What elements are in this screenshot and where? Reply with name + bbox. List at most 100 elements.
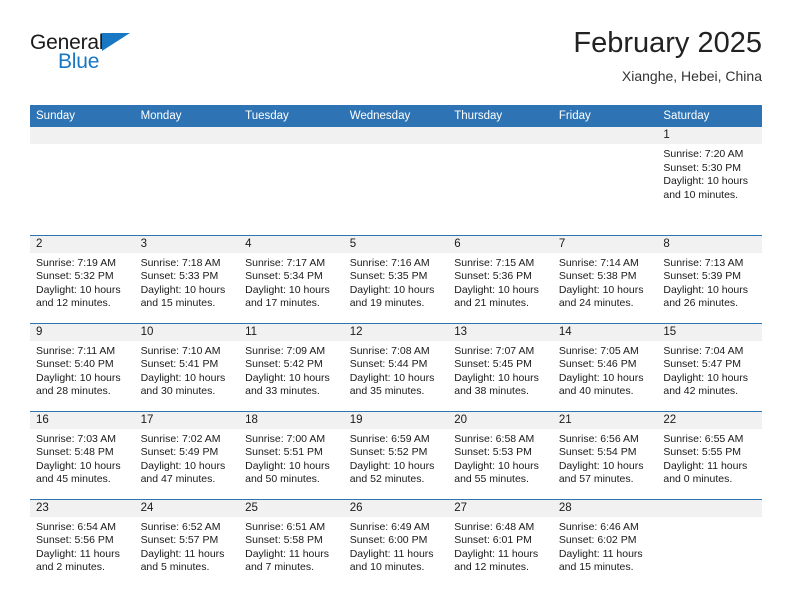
sunrise-text: Sunrise: 7:09 AM (245, 344, 326, 357)
sunrise-text: Sunrise: 6:46 AM (558, 520, 639, 533)
calendar-day-cell[interactable]: 16 Sunrise: 7:03 AM Sunset: 5:48 PM Dayligh… (30, 410, 135, 499)
calendar-day-cell[interactable]: 19 Sunrise: 6:59 AM Sunset: 5:52 PM Dayligh… (343, 410, 449, 499)
day-number: 19 (343, 411, 449, 429)
calendar-day-cell[interactable]: 13 Sunrise: 7:07 AM Sunset: 5:45 PM Dayligh… (448, 322, 553, 411)
sunrise-text: Sunrise: 7:04 AM (663, 344, 744, 357)
sunset-text: Sunset: 5:48 PM (36, 446, 114, 459)
calendar-day-cell[interactable]: 2 Sunrise: 7:19 AM Sunset: 5:32 PM Daylight… (30, 234, 135, 323)
daylight-text: Daylight: 11 hours and 12 minutes. (454, 547, 539, 574)
location-subtitle: Xianghe, Hebei, China (621, 68, 762, 84)
day-number (552, 127, 658, 144)
calendar-day-cell[interactable]: 25 Sunrise: 6:51 AM Sunset: 5:58 PM Dayligh… (239, 498, 344, 589)
sunset-text: Sunset: 5:30 PM (663, 161, 742, 174)
daylight-text: Daylight: 10 hours and 35 minutes. (349, 371, 435, 398)
page-header: General Blue February 2025 Xianghe, Hebe… (30, 26, 762, 100)
daylight-text: Daylight: 11 hours and 0 minutes. (663, 459, 748, 486)
sunrise-text: Sunrise: 6:54 AM (36, 520, 116, 533)
sunrise-text: Sunrise: 6:48 AM (454, 520, 535, 533)
day-details: Sunrise: 7:08 AM Sunset: 5:44 PM Daylight:… (344, 341, 449, 399)
calendar-day-cell[interactable]: 5 Sunrise: 7:16 AM Sunset: 5:35 PM Daylight… (343, 234, 449, 323)
day-number: 25 (239, 499, 344, 517)
calendar-day-cell[interactable]: 8 Sunrise: 7:13 AM Sunset: 5:39 PM Daylight… (657, 234, 762, 323)
day-number: 21 (552, 411, 658, 429)
sunset-text: Sunset: 5:35 PM (349, 270, 428, 283)
sunrise-text: Sunrise: 7:00 AM (245, 432, 326, 445)
day-number: 26 (343, 499, 449, 517)
day-number: 3 (134, 235, 240, 253)
sunset-text: Sunset: 5:46 PM (558, 358, 637, 371)
daylight-text: Daylight: 10 hours and 12 minutes. (36, 283, 121, 310)
calendar-day-cell[interactable]: 11 Sunrise: 7:09 AM Sunset: 5:42 PM Dayligh… (239, 322, 344, 411)
day-number: 2 (30, 235, 135, 253)
sunset-text: Sunset: 5:47 PM (663, 358, 742, 371)
day-details: Sunrise: 7:07 AM Sunset: 5:45 PM Daylight:… (448, 341, 553, 399)
page-title: February 2025 (573, 27, 762, 59)
calendar-empty-cell (552, 127, 658, 235)
sunrise-text: Sunrise: 7:02 AM (140, 432, 221, 445)
day-details: Sunrise: 7:09 AM Sunset: 5:42 PM Daylight:… (239, 341, 344, 399)
calendar-day-cell[interactable]: 10 Sunrise: 7:10 AM Sunset: 5:41 PM Dayligh… (134, 322, 240, 411)
calendar-day-cell[interactable]: 15 Sunrise: 7:04 AM Sunset: 5:47 PM Dayligh… (657, 322, 762, 411)
day-number: 15 (657, 323, 762, 341)
calendar-day-cell[interactable]: 6 Sunrise: 7:15 AM Sunset: 5:36 PM Daylight… (448, 234, 553, 323)
daylight-text: Daylight: 10 hours and 45 minutes. (36, 459, 121, 486)
daylight-text: Daylight: 10 hours and 28 minutes. (36, 371, 121, 398)
day-number: 17 (134, 411, 240, 429)
sunrise-text: Sunrise: 7:19 AM (36, 256, 116, 269)
title-block: February 2025 Xianghe, Hebei, China (573, 26, 762, 86)
daylight-text: Daylight: 10 hours and 33 minutes. (245, 371, 330, 398)
sunset-text: Sunset: 5:42 PM (245, 358, 323, 371)
calendar-empty-cell (239, 127, 344, 235)
sunset-text: Sunset: 5:41 PM (140, 358, 219, 371)
sunset-text: Sunset: 5:52 PM (349, 446, 428, 459)
day-details: Sunrise: 7:15 AM Sunset: 5:36 PM Daylight:… (448, 253, 553, 311)
day-details: Sunrise: 7:00 AM Sunset: 5:51 PM Daylight:… (239, 429, 344, 487)
calendar-day-cell[interactable]: 22 Sunrise: 6:55 AM Sunset: 5:55 PM Dayligh… (657, 410, 762, 499)
calendar-day-cell[interactable]: 3 Sunrise: 7:18 AM Sunset: 5:33 PM Daylight… (134, 234, 240, 323)
sunrise-text: Sunrise: 7:11 AM (36, 344, 116, 357)
weekday-header-wednesday: Wednesday (343, 105, 449, 127)
calendar-day-cell[interactable]: 9 Sunrise: 7:11 AM Sunset: 5:40 PM Daylight… (30, 322, 135, 411)
day-number: 14 (552, 323, 658, 341)
calendar-day-cell[interactable]: 21 Sunrise: 6:56 AM Sunset: 5:54 PM Dayligh… (552, 410, 658, 499)
sunset-text: Sunset: 6:00 PM (349, 534, 428, 547)
daylight-text: Daylight: 10 hours and 47 minutes. (140, 459, 226, 486)
daylight-text: Daylight: 10 hours and 19 minutes. (349, 283, 435, 310)
calendar-day-cell[interactable]: 7 Sunrise: 7:14 AM Sunset: 5:38 PM Daylight… (552, 234, 658, 323)
calendar-week-row: 9 Sunrise: 7:11 AM Sunset: 5:40 PM Daylight… (30, 322, 762, 411)
weekday-header-monday: Monday (134, 105, 240, 127)
sunrise-text: Sunrise: 6:52 AM (140, 520, 221, 533)
calendar-day-cell[interactable]: 23 Sunrise: 6:54 AM Sunset: 5:56 PM Dayligh… (30, 498, 135, 589)
day-details: Sunrise: 7:19 AM Sunset: 5:32 PM Daylight:… (30, 253, 135, 311)
calendar-day-cell[interactable]: 24 Sunrise: 6:52 AM Sunset: 5:57 PM Dayligh… (134, 498, 240, 589)
calendar-day-cell[interactable]: 12 Sunrise: 7:08 AM Sunset: 5:44 PM Dayligh… (343, 322, 449, 411)
calendar-day-cell[interactable]: 4 Sunrise: 7:17 AM Sunset: 5:34 PM Daylight… (239, 234, 344, 323)
calendar-day-cell[interactable]: 28 Sunrise: 6:46 AM Sunset: 6:02 PM Dayligh… (552, 498, 658, 589)
sunset-text: Sunset: 6:02 PM (558, 534, 637, 547)
calendar-day-cell[interactable]: 17 Sunrise: 7:02 AM Sunset: 5:49 PM Dayligh… (134, 410, 240, 499)
weekday-header-tuesday: Tuesday (239, 105, 344, 127)
daylight-text: Daylight: 11 hours and 5 minutes. (140, 547, 225, 574)
sunset-text: Sunset: 5:53 PM (454, 446, 532, 459)
day-number: 6 (448, 235, 553, 253)
sunset-text: Sunset: 5:36 PM (454, 270, 532, 283)
calendar-week-row: 2 Sunrise: 7:19 AM Sunset: 5:32 PM Daylight… (30, 234, 762, 323)
calendar-day-cell[interactable]: 18 Sunrise: 7:00 AM Sunset: 5:51 PM Dayligh… (239, 410, 344, 499)
day-number: 20 (448, 411, 553, 429)
general-blue-logo[interactable]: General Blue (30, 26, 148, 76)
calendar-day-cell[interactable]: 14 Sunrise: 7:05 AM Sunset: 5:46 PM Dayligh… (552, 322, 658, 411)
calendar-day-cell[interactable]: 26 Sunrise: 6:49 AM Sunset: 6:00 PM Dayligh… (343, 498, 449, 589)
daylight-text: Daylight: 11 hours and 15 minutes. (558, 547, 643, 574)
sunset-text: Sunset: 5:38 PM (558, 270, 637, 283)
sunrise-text: Sunrise: 6:55 AM (663, 432, 744, 445)
calendar-empty-cell (448, 127, 553, 235)
sunset-text: Sunset: 5:57 PM (140, 534, 219, 547)
day-details: Sunrise: 6:49 AM Sunset: 6:00 PM Daylight:… (344, 517, 449, 575)
calendar-day-cell[interactable]: 27 Sunrise: 6:48 AM Sunset: 6:01 PM Dayligh… (448, 498, 553, 589)
day-number (657, 499, 762, 517)
calendar-day-cell[interactable]: 1 Sunrise: 7:20 AM Sunset: 5:30 PM Daylight… (657, 127, 762, 235)
calendar-day-cell[interactable]: 20 Sunrise: 6:58 AM Sunset: 5:53 PM Dayligh… (448, 410, 553, 499)
sunrise-text: Sunrise: 7:17 AM (245, 256, 326, 269)
sunrise-text: Sunrise: 6:51 AM (245, 520, 326, 533)
day-details: Sunrise: 6:55 AM Sunset: 5:55 PM Daylight:… (657, 429, 762, 487)
